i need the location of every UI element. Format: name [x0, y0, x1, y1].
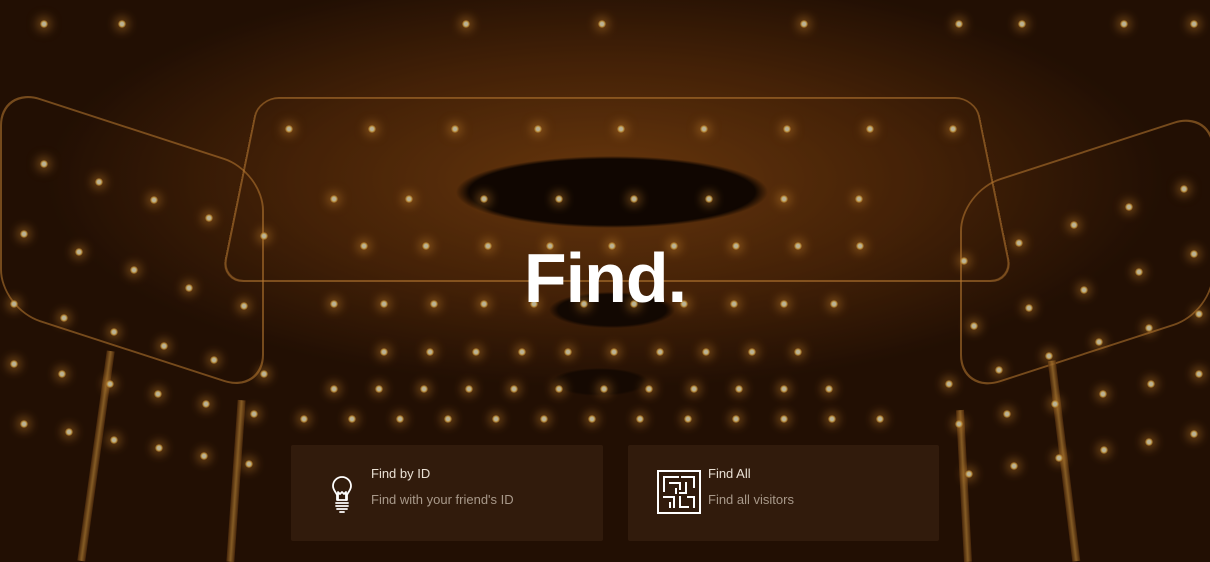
- hero-section: Find. Find by ID Find with your friend's…: [0, 0, 1210, 562]
- find-by-id-card[interactable]: Find by ID Find with your friend's ID: [291, 445, 603, 541]
- lightbulb-icon: [332, 476, 352, 513]
- find-all-card[interactable]: Find All Find all visitors: [628, 445, 939, 541]
- find-all-subtitle: Find all visitors: [708, 492, 794, 507]
- find-by-id-title: Find by ID: [371, 466, 431, 481]
- find-by-id-subtitle: Find with your friend's ID: [371, 492, 514, 507]
- page-title: Find.: [523, 239, 687, 317]
- maze-icon: [657, 470, 701, 514]
- find-all-title: Find All: [708, 466, 751, 481]
